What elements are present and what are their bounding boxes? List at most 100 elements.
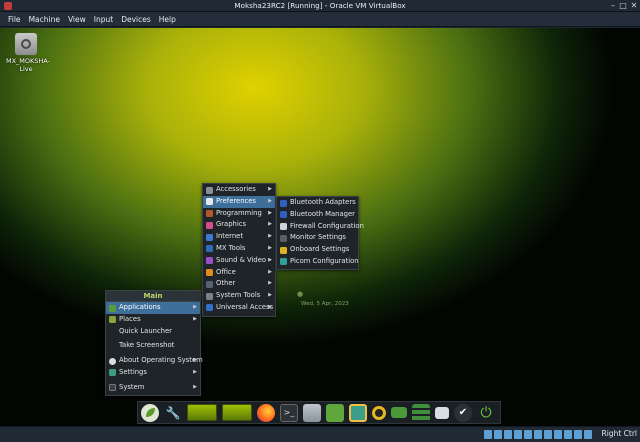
submenu-arrow-icon: ▶: [268, 244, 272, 251]
media-icon[interactable]: [372, 405, 386, 420]
shared-folder-icon[interactable]: [534, 430, 542, 439]
folder-icon: [109, 316, 116, 324]
main-menu-applications[interactable]: Applications ▶: [106, 302, 200, 314]
info-icon: [109, 357, 116, 365]
leaf-icon[interactable]: [141, 403, 159, 422]
desktop-clock-time: ●: [297, 290, 304, 298]
maximize-icon[interactable]: □: [618, 1, 628, 11]
archive-icon[interactable]: [326, 403, 344, 422]
main-menu-system[interactable]: System ▶: [106, 382, 200, 394]
optical-drive-icon[interactable]: [494, 430, 502, 439]
main-menu-about[interactable]: About Operating System ▶: [106, 355, 203, 367]
bluetooth-icon: [280, 211, 287, 219]
menu-file[interactable]: File: [4, 12, 25, 27]
vbox-menubar: File Machine View Input Devices Help: [0, 12, 640, 27]
main-menu-item-label: System: [119, 382, 145, 391]
system-icon: [109, 384, 116, 392]
wrench-icon[interactable]: 🔧: [164, 404, 182, 422]
submenu-arrow-icon: ▶: [268, 186, 272, 192]
menu-help[interactable]: Help: [155, 12, 180, 27]
apps-menu-other[interactable]: Other ▶: [203, 278, 275, 290]
menu-machine[interactable]: Machine: [25, 12, 64, 27]
recording-icon[interactable]: [554, 430, 562, 439]
prefs-menu-firewall-configuration[interactable]: Firewall Configuration: [277, 221, 364, 233]
close-icon[interactable]: ✕: [629, 1, 639, 11]
keyboard-icon[interactable]: [584, 430, 592, 439]
screenshot-icon[interactable]: [349, 403, 367, 422]
submenu-arrow-icon: ▶: [193, 383, 197, 390]
apps-menu-universal-access[interactable]: Universal Access ▶: [203, 302, 275, 314]
apps-icon: [109, 304, 116, 312]
network-status-icon[interactable]: [514, 430, 522, 439]
programming-icon: [206, 210, 213, 218]
apps-menu-preferences[interactable]: Preferences ▶: [203, 195, 275, 208]
apps-menu-item-label: Office: [216, 267, 236, 276]
main-menu-settings[interactable]: Settings ▶: [106, 367, 200, 379]
menu-view[interactable]: View: [64, 12, 90, 27]
usb-icon[interactable]: [524, 430, 532, 439]
firefox-icon[interactable]: [257, 403, 275, 422]
monitor-icon: [280, 234, 287, 242]
universal-access-icon: [206, 304, 213, 312]
firewall-icon: [280, 223, 287, 231]
menu-input[interactable]: Input: [90, 12, 117, 27]
apps-menu-system-tools[interactable]: System Tools ▶: [203, 290, 275, 302]
apps-menu-office[interactable]: Office ▶: [203, 267, 275, 279]
cpu-icon[interactable]: [564, 430, 572, 439]
prefs-menu-bluetooth-adapters[interactable]: Bluetooth Adapters: [277, 197, 358, 209]
check-icon[interactable]: ✔: [454, 403, 472, 422]
apps-menu-mx-tools[interactable]: MX Tools ▶: [203, 243, 275, 255]
dock: 🔧 >_ ✔ ⏻: [137, 401, 501, 424]
mouse-integration-icon[interactable]: [574, 430, 582, 439]
submenu-arrow-icon: ▶: [193, 304, 197, 310]
main-menu-quick-launcher[interactable]: Quick Launcher: [106, 326, 200, 338]
terminal-icon[interactable]: >_: [280, 403, 298, 422]
submenu-arrow-icon: ▶: [268, 256, 272, 263]
submenu-arrow-icon: ▶: [268, 303, 272, 310]
apps-menu-item-label: Programming: [216, 208, 262, 217]
display-icon[interactable]: [544, 430, 552, 439]
workspace-1[interactable]: [187, 404, 217, 421]
apps-menu-item-label: Sound & Video: [216, 255, 267, 264]
main-menu-places[interactable]: Places ▶: [106, 314, 200, 326]
desktop-icon-label: MX_MOKSHA-Live: [6, 57, 50, 73]
apps-menu-item-label: System Tools: [216, 291, 261, 300]
office-icon: [206, 269, 213, 277]
apps-menu-item-label: Graphics: [216, 220, 247, 229]
audio-icon[interactable]: [504, 430, 512, 439]
prefs-menu-item-label: Firewall Configuration: [290, 221, 364, 230]
prefs-menu-bluetooth-manager[interactable]: Bluetooth Manager: [277, 209, 358, 221]
main-menu-item-label: Applications: [119, 303, 161, 311]
apps-menu-graphics[interactable]: Graphics ▶: [203, 219, 275, 231]
preferences-icon: [206, 198, 213, 206]
onboard-icon: [280, 246, 287, 254]
preferences-menu: Bluetooth Adapters Bluetooth Manager Firew…: [276, 196, 364, 270]
prefs-menu-picom-configuration[interactable]: Picom Configuration: [277, 256, 359, 268]
prefs-menu-onboard-settings[interactable]: Onboard Settings: [277, 244, 358, 256]
battery-icon[interactable]: [391, 407, 407, 418]
power-icon[interactable]: ⏻: [477, 404, 495, 422]
main-menu-header: Main: [106, 291, 200, 302]
submenu-arrow-icon: ▶: [268, 292, 272, 299]
apps-menu-accessories[interactable]: Accessories ▶: [203, 184, 275, 196]
submenu-arrow-icon: ▶: [193, 357, 197, 364]
prefs-menu-monitor-settings[interactable]: Monitor Settings: [277, 232, 358, 244]
menu-devices[interactable]: Devices: [117, 12, 155, 27]
apps-menu-item-label: Universal Access: [216, 302, 274, 311]
network-icon[interactable]: [435, 406, 449, 419]
workspace-2[interactable]: [222, 404, 252, 421]
minimize-icon[interactable]: –: [608, 1, 618, 11]
apps-menu-programming[interactable]: Programming ▶: [203, 208, 275, 220]
main-menu-take-screenshot[interactable]: Take Screenshot: [106, 340, 200, 352]
apps-menu-sound-video[interactable]: Sound & Video ▶: [203, 255, 275, 267]
apps-menu-internet[interactable]: Internet ▶: [203, 231, 275, 243]
files-icon[interactable]: [303, 403, 321, 422]
submenu-arrow-icon: ▶: [268, 197, 272, 204]
picom-icon: [280, 258, 287, 266]
desktop-icon-live[interactable]: MX_MOKSHA-Live: [6, 33, 50, 73]
other-icon: [206, 280, 213, 288]
hdd-icon[interactable]: [484, 430, 492, 439]
mx-tools-icon: [206, 245, 213, 253]
host-key-label: Right Ctrl: [601, 429, 637, 438]
list-icon[interactable]: [412, 403, 430, 422]
